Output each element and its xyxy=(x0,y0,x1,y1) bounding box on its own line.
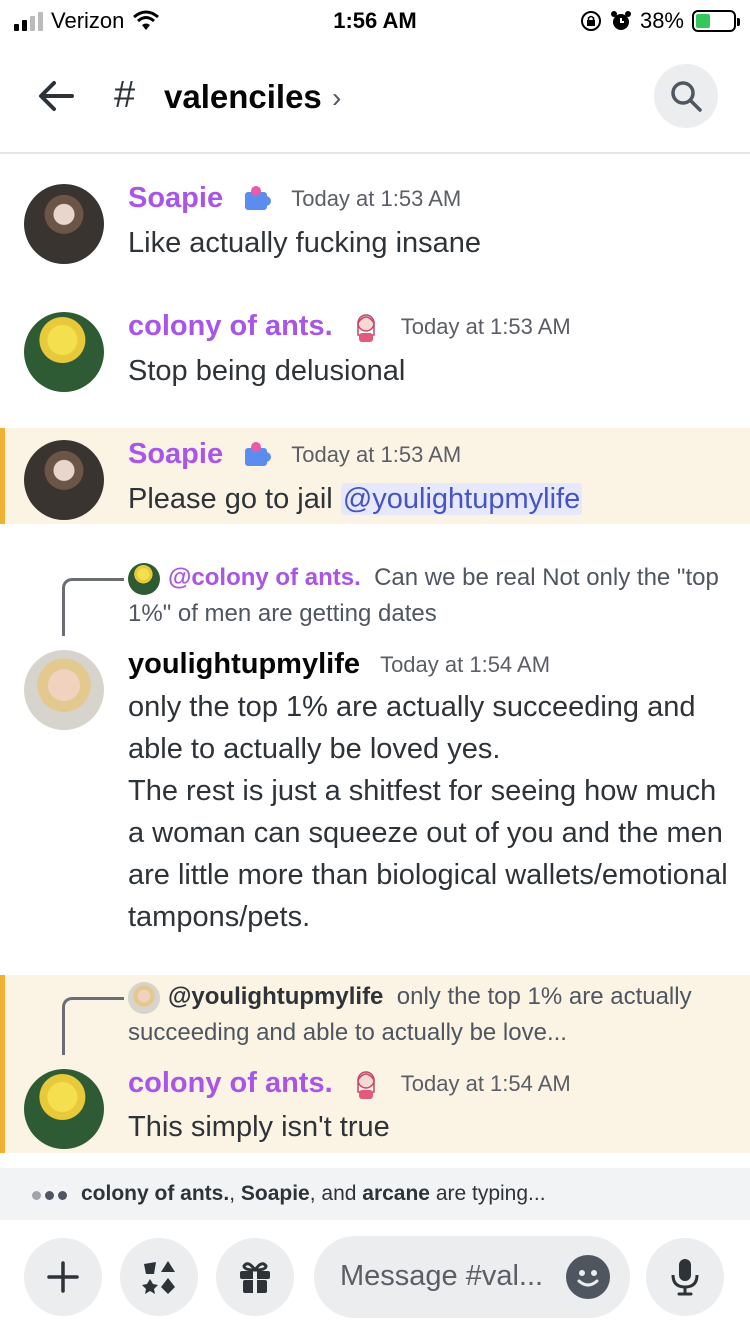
message-text: This simply isn't true xyxy=(128,1111,390,1143)
reply-author[interactable]: @youlightupmylife xyxy=(168,983,383,1010)
avatar[interactable] xyxy=(24,184,104,264)
reply-avatar xyxy=(128,981,160,1014)
add-attachment-button[interactable] xyxy=(24,1238,102,1316)
puzzle-badge-icon xyxy=(245,186,272,211)
battery-percent: 38% xyxy=(639,8,684,33)
author-line: colony of ants. Today at 1:54 AM xyxy=(128,1067,571,1100)
message-composer xyxy=(0,1220,750,1334)
timestamp: Today at 1:53 AM xyxy=(400,314,571,340)
orientation-lock-icon xyxy=(580,11,601,31)
voice-message-button[interactable] xyxy=(646,1238,724,1316)
avatar[interactable] xyxy=(24,312,104,392)
message-text: Please go to jail @youlightupmylife xyxy=(128,478,728,520)
message-mentioned[interactable]: Soapie Today at 1:53 AM Please go to jai… xyxy=(0,428,750,524)
typing-user: Soapie xyxy=(240,1182,310,1205)
gift-icon xyxy=(240,1262,270,1293)
author-line: youlightupmylife Today at 1:54 AM xyxy=(128,648,550,681)
author-line: colony of ants. Today at 1:53 AM xyxy=(128,310,571,343)
timestamp: Today at 1:54 AM xyxy=(400,1071,571,1097)
typing-suffix: are typing... xyxy=(429,1182,546,1205)
channel-title[interactable]: valenciles xyxy=(164,78,322,116)
apps-icon xyxy=(142,1261,175,1294)
typing-indicator: colony of ants., Soapie, and arcane are … xyxy=(0,1168,750,1220)
message-text: Like actually fucking insane xyxy=(128,227,482,259)
author-name[interactable]: colony of ants. xyxy=(128,310,333,342)
status-bar: Verizon 1:56 AM 38% xyxy=(0,0,750,44)
timestamp: Today at 1:54 AM xyxy=(380,652,551,678)
message-text-body: Please go to jail xyxy=(128,483,341,515)
message-text: Stop being delusional xyxy=(128,355,406,387)
author-name[interactable]: Soapie xyxy=(128,438,223,470)
author-line: Soapie Today at 1:53 AM xyxy=(128,438,461,471)
search-icon xyxy=(671,81,702,112)
chevron-right-icon[interactable]: › xyxy=(332,82,341,114)
message[interactable]: colony of ants. Today at 1:53 AM Stop be… xyxy=(0,298,750,408)
message-input[interactable] xyxy=(340,1256,560,1296)
channel-header: # valenciles › xyxy=(0,44,750,154)
timestamp: Today at 1:53 AM xyxy=(291,186,462,212)
avatar[interactable] xyxy=(24,440,104,520)
battery-icon xyxy=(692,10,740,32)
message-reply[interactable]: @colony of ants. Can we be real Not only… xyxy=(0,558,750,958)
search-button[interactable] xyxy=(654,64,718,128)
reply-spine xyxy=(62,578,124,636)
girl-badge-icon xyxy=(356,314,375,343)
typing-separator: , xyxy=(229,1182,241,1205)
hash-icon: # xyxy=(114,74,136,116)
reply-author[interactable]: @colony of ants. xyxy=(168,564,361,591)
status-right: 38% xyxy=(580,8,740,34)
reply-preview[interactable]: @youlightupmylife only the top 1% are ac… xyxy=(128,979,728,1051)
emoji-button[interactable] xyxy=(566,1255,610,1299)
typing-user: colony of ants. xyxy=(81,1182,230,1205)
gift-button[interactable] xyxy=(216,1238,294,1316)
reply-avatar xyxy=(128,562,160,595)
message-input-wrapper xyxy=(314,1236,630,1318)
girl-badge-icon xyxy=(356,1071,375,1100)
author-name[interactable]: Soapie xyxy=(128,182,223,214)
author-line: Soapie Today at 1:53 AM xyxy=(128,182,461,215)
emoji-icon xyxy=(577,1270,599,1287)
back-arrow-icon[interactable] xyxy=(34,74,78,118)
avatar[interactable] xyxy=(24,1069,104,1149)
plus-icon xyxy=(47,1261,79,1293)
avatar[interactable] xyxy=(24,650,104,730)
microphone-icon xyxy=(671,1259,699,1296)
message-reply-mentioned[interactable]: @youlightupmylife only the top 1% are ac… xyxy=(0,975,750,1153)
typing-dots-icon xyxy=(32,1182,71,1206)
reply-preview[interactable]: @colony of ants. Can we be real Not only… xyxy=(128,560,728,632)
typing-separator: , and xyxy=(309,1182,363,1205)
author-name[interactable]: youlightupmylife xyxy=(128,648,360,680)
message[interactable]: Soapie Today at 1:53 AM Like actually fu… xyxy=(0,170,750,280)
author-name[interactable]: colony of ants. xyxy=(128,1067,333,1099)
puzzle-badge-icon xyxy=(245,442,272,467)
typing-user: arcane xyxy=(362,1182,430,1205)
user-mention[interactable]: @youlightupmylife xyxy=(340,483,583,515)
apps-button[interactable] xyxy=(120,1238,198,1316)
alarm-icon xyxy=(610,11,631,30)
message-text: only the top 1% are actually succeeding … xyxy=(128,691,728,933)
timestamp: Today at 1:53 AM xyxy=(291,442,462,468)
reply-spine xyxy=(62,997,124,1055)
